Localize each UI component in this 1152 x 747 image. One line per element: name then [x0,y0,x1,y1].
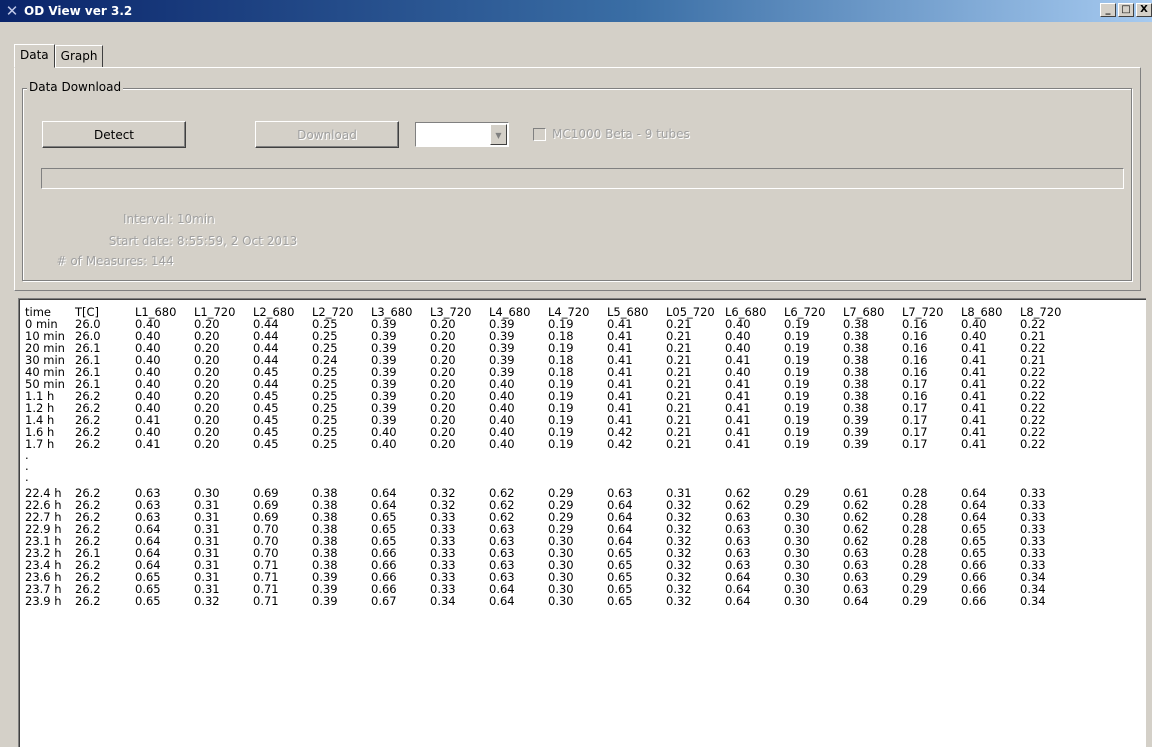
ellipsis-dot: . [25,470,29,484]
tab-data[interactable]: Data [14,44,55,68]
ellipsis-row: . [25,448,1079,462]
chevron-down-icon[interactable]: ▼ [490,124,507,145]
table-cell: 26.2 [75,437,101,451]
minimize-button[interactable]: _ [1100,3,1116,17]
table-cell: 0.30 [548,594,574,608]
table-cell: 0.22 [1020,437,1046,451]
table-cell: 0.39 [312,594,338,608]
table-cell: 0.45 [253,437,279,451]
table-cell: 0.34 [1020,594,1046,608]
ellipsis-row: . [25,470,1079,484]
table-cell: 0.71 [253,594,279,608]
detect-button[interactable]: Detect [42,121,186,148]
title-bar[interactable]: ✕ OD View ver 3.2 _ □ X [0,0,1152,22]
table-cell: 0.40 [371,437,397,451]
interval-value: 10min [176,212,215,226]
ellipsis-dot: . [25,459,29,473]
table-cell: 0.67 [371,594,397,608]
table-cell: 0.29 [902,594,928,608]
start-date-label: Start date: [108,234,173,248]
table-cell: 26.2 [75,594,101,608]
measures-label: # of Measures: [56,254,147,268]
table-cell: 0.21 [666,437,692,451]
table-body: 0 min 26.0 0.40 0.20 0.44 0.25 0.39 0.20 0.39 0.1… [25,318,1079,607]
table-cell: 0.39 [843,437,869,451]
table-row: 1.7 h 26.2 0.41 0.20 0.45 0.25 0.40 0.20 0.40 0.1… [25,438,1079,450]
table-cell: 0.41 [961,437,987,451]
table-cell: 0.17 [902,437,928,451]
table-cell: 0.65 [135,594,161,608]
table-cell: 0.30 [784,594,810,608]
tab-strip: Data Graph [14,43,104,68]
measures-info: # of Measures: 144 [23,254,174,268]
table-cell: 0.41 [725,437,751,451]
start-date-info: Start date: 8:55:59, 2 Oct 2013 [23,234,298,248]
table-cell: 0.19 [548,437,574,451]
table-cell: 0.20 [430,437,456,451]
data-tab-panel: Data Download Detect Download ▼ MC1000 B… [14,67,1141,291]
device-select[interactable]: ▼ [415,122,509,147]
window-controls: _ □ X [1098,3,1152,17]
table-cell: 0.64 [725,594,751,608]
tab-graph[interactable]: Graph [54,45,104,67]
window-title: OD View ver 3.2 [24,4,133,18]
measurements-table: time T[C] L1_680 L1_720 L2_680 L2_720 L3_680 L3… [25,306,1079,607]
maximize-button[interactable]: □ [1118,3,1134,17]
data-text-area[interactable]: time T[C] L1_680 L1_720 L2_680 L2_720 L3_680 L3… [18,298,1146,747]
interval-info: Interval: 10min [23,212,215,226]
start-date-value: 8:55:59, 2 Oct 2013 [176,234,298,248]
table-cell: 1.7 h [25,437,55,451]
mc1000-beta-checkbox[interactable] [533,127,546,141]
ellipsis-row: . [25,459,1079,473]
table-cell: 0.64 [843,594,869,608]
ellipsis-dot: . [25,448,29,462]
group-label: Data Download [27,80,124,94]
table-cell: 0.40 [489,437,515,451]
download-button[interactable]: Download [255,121,399,148]
table-cell: 0.32 [194,594,220,608]
mc1000-beta-label: MC1000 Beta - 9 tubes [552,127,690,141]
table-cell: 0.25 [312,437,338,451]
table-cell: 0.64 [489,594,515,608]
data-download-group: Data Download Detect Download ▼ MC1000 B… [22,80,1132,281]
table-cell: 0.34 [430,594,456,608]
x-app-icon: ✕ [5,2,19,20]
table-cell: 23.9 h [25,594,62,608]
table-cell: 0.66 [961,594,987,608]
table-cell: 0.19 [784,437,810,451]
interval-label: Interval: [123,212,173,226]
table-cell: 0.42 [607,437,633,451]
table-row: 23.9 h 26.2 0.65 0.32 0.71 0.39 0.67 0.34 0.64 0.… [25,595,1079,607]
download-progress-bar [41,168,1124,189]
close-button[interactable]: X [1136,3,1152,17]
table-cell: 0.41 [135,437,161,451]
table-cell: 0.65 [607,594,633,608]
table-cell: 0.20 [194,437,220,451]
mc1000-beta-option[interactable]: MC1000 Beta - 9 tubes [533,127,690,141]
table-cell: 0.32 [666,594,692,608]
measures-value: 144 [150,254,174,268]
